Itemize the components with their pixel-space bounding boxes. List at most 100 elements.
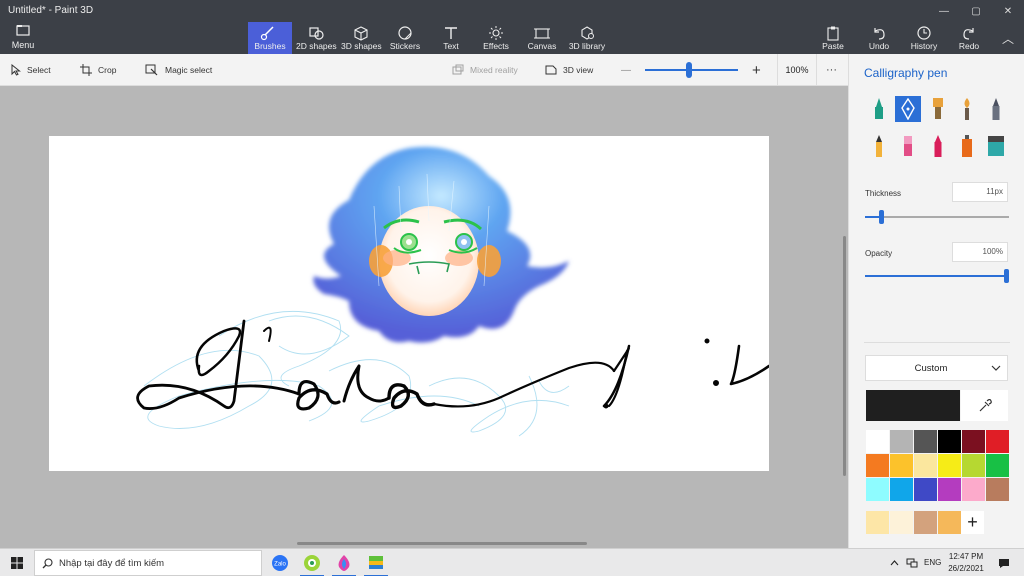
tool-options-bar: Select Crop Magic select Mixed reality 3… xyxy=(0,54,848,86)
minimize-button[interactable]: — xyxy=(928,0,960,22)
svg-text:Zalo: Zalo xyxy=(274,562,286,568)
brush-oil[interactable] xyxy=(925,96,951,122)
brush-fill[interactable] xyxy=(983,133,1009,159)
zoom-in-button[interactable]: + xyxy=(752,54,761,86)
brush-pixel-pen[interactable] xyxy=(983,96,1009,122)
palette-swatch[interactable] xyxy=(962,430,985,453)
taskbar-clock[interactable]: 12:47 PM 26/2/2021 xyxy=(946,551,986,575)
select-button[interactable]: Select xyxy=(11,54,51,86)
tray-network-button[interactable] xyxy=(902,549,922,576)
drawing-canvas[interactable] xyxy=(49,136,769,471)
palette-swatch[interactable] xyxy=(986,478,1009,501)
palette-swatch[interactable] xyxy=(890,454,913,477)
palette-swatch[interactable] xyxy=(866,478,889,501)
pixel-pen-icon xyxy=(992,98,1000,120)
palette-swatch[interactable] xyxy=(938,478,961,501)
palette-swatch[interactable] xyxy=(938,430,961,453)
tab-text-label: Text xyxy=(443,41,459,51)
thickness-slider-track[interactable] xyxy=(865,216,1009,218)
magic-select-button[interactable]: Magic select xyxy=(145,54,212,86)
custom-color-swatch[interactable] xyxy=(890,511,913,534)
undo-button[interactable]: Undo xyxy=(864,22,894,54)
tab-brushes[interactable]: Brushes xyxy=(248,22,292,54)
mixed-reality-button[interactable]: Mixed reality xyxy=(452,54,518,86)
tab-2d-shapes[interactable]: 2D shapes xyxy=(296,22,337,54)
more-options-button[interactable]: ··· xyxy=(826,54,837,86)
crayon-icon xyxy=(934,135,942,157)
opacity-slider-thumb[interactable] xyxy=(1004,269,1009,283)
zoom-slider-thumb[interactable] xyxy=(685,62,692,78)
palette-swatch[interactable] xyxy=(986,454,1009,477)
maximize-button[interactable]: ▢ xyxy=(960,0,992,22)
tab-stickers[interactable]: Stickers xyxy=(387,22,423,54)
opacity-input[interactable]: 100% xyxy=(952,242,1008,262)
brush-calligraphy-pen[interactable] xyxy=(895,96,921,122)
menu-button[interactable]: Menu xyxy=(6,24,40,52)
custom-color-swatch[interactable] xyxy=(914,511,937,534)
thickness-slider-thumb[interactable] xyxy=(878,210,884,224)
opacity-slider-fill xyxy=(865,275,1009,277)
custom-color-swatch[interactable] xyxy=(866,511,889,534)
history-button[interactable]: History xyxy=(907,22,941,54)
language-indicator[interactable]: ENG xyxy=(924,558,941,567)
palette-swatch[interactable] xyxy=(914,478,937,501)
collapse-ribbon-button[interactable]: ︿ xyxy=(992,26,1024,50)
horizontal-scrollbar[interactable] xyxy=(297,542,587,545)
tab-3d-library[interactable]: 3D library xyxy=(567,22,607,54)
current-color-swatch[interactable] xyxy=(866,390,960,421)
palette-swatch[interactable] xyxy=(914,454,937,477)
color-mode-dropdown[interactable]: Custom xyxy=(865,355,1008,381)
brush-watercolor[interactable] xyxy=(954,96,980,122)
brush-marker[interactable] xyxy=(866,96,892,122)
panel-divider xyxy=(864,342,1010,343)
close-button[interactable]: ✕ xyxy=(992,0,1024,22)
custom-color-swatch[interactable] xyxy=(938,511,961,534)
brush-spray-can[interactable] xyxy=(954,133,980,159)
paste-button[interactable]: Paste xyxy=(818,22,848,54)
text-icon xyxy=(445,27,457,39)
paste-icon xyxy=(827,26,839,41)
tab-canvas[interactable]: Canvas xyxy=(526,22,558,54)
crop-button[interactable]: Crop xyxy=(80,54,116,86)
thickness-input[interactable]: 11px xyxy=(952,182,1008,202)
canvas-icon xyxy=(534,28,550,39)
palette-swatch[interactable] xyxy=(938,454,961,477)
tray-overflow-button[interactable] xyxy=(884,549,904,576)
history-label: History xyxy=(910,41,938,51)
palette-swatch[interactable] xyxy=(866,430,889,453)
taskbar-zalo[interactable]: Zalo xyxy=(264,549,296,576)
palette-swatch[interactable] xyxy=(890,478,913,501)
brush-crayon[interactable] xyxy=(925,133,951,159)
brush-pencil[interactable] xyxy=(866,133,892,159)
palette-swatch[interactable] xyxy=(962,478,985,501)
taskbar-bluestacks[interactable] xyxy=(360,549,392,576)
folder-icon xyxy=(16,25,30,36)
palette-swatch[interactable] xyxy=(962,454,985,477)
palette-swatch[interactable] xyxy=(890,430,913,453)
eyedropper-button[interactable] xyxy=(961,390,1008,421)
tab-3d-shapes[interactable]: 3D shapes xyxy=(341,22,382,54)
redo-button[interactable]: Redo xyxy=(954,22,984,54)
zoom-value[interactable]: 100% xyxy=(777,54,817,86)
palette-swatch[interactable] xyxy=(986,430,1009,453)
palette-swatch[interactable] xyxy=(914,430,937,453)
notifications-button[interactable] xyxy=(994,549,1014,576)
start-button[interactable] xyxy=(0,549,34,576)
history-icon xyxy=(917,26,931,40)
taskbar-search[interactable]: Nhập tại đây để tìm kiếm xyxy=(34,550,262,576)
zoom-out-button[interactable]: — xyxy=(621,54,631,86)
tab-effects[interactable]: Effects xyxy=(480,22,512,54)
select-label: Select xyxy=(27,65,51,75)
taskbar-coccoc[interactable] xyxy=(296,549,328,576)
add-color-button[interactable]: + xyxy=(961,511,984,534)
cube-icon xyxy=(354,26,368,41)
palette-swatch[interactable] xyxy=(866,454,889,477)
tab-text[interactable]: Text xyxy=(436,22,466,54)
taskbar: Nhập tại đây để tìm kiếm Zalo ENG 12:47 … xyxy=(0,548,1024,576)
view-3d-toggle[interactable]: 3D view xyxy=(545,54,593,86)
tab-effects-label: Effects xyxy=(483,41,509,51)
vertical-scrollbar[interactable] xyxy=(843,236,846,476)
brush-eraser[interactable] xyxy=(895,133,921,159)
taskbar-paint3d[interactable] xyxy=(328,549,360,576)
bluestacks-icon xyxy=(369,556,383,569)
